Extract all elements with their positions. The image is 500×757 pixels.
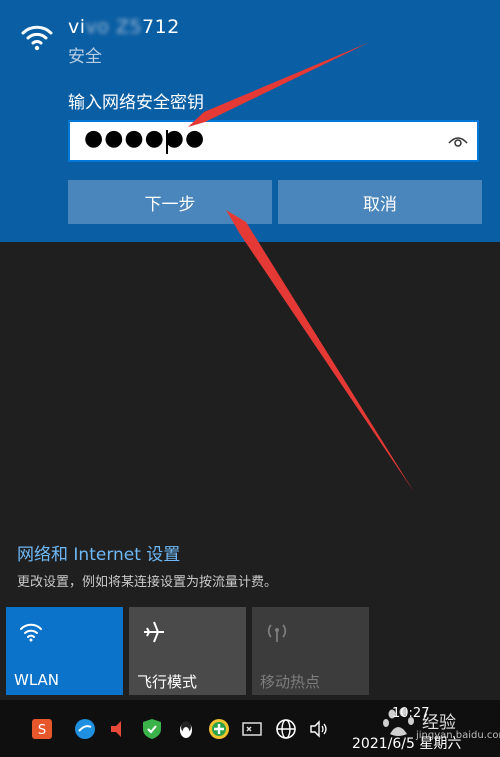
annotation-arrow-to-password xyxy=(188,42,370,127)
annotation-arrows-overlay xyxy=(188,42,414,492)
annotation-arrow-to-next-button xyxy=(226,210,414,492)
